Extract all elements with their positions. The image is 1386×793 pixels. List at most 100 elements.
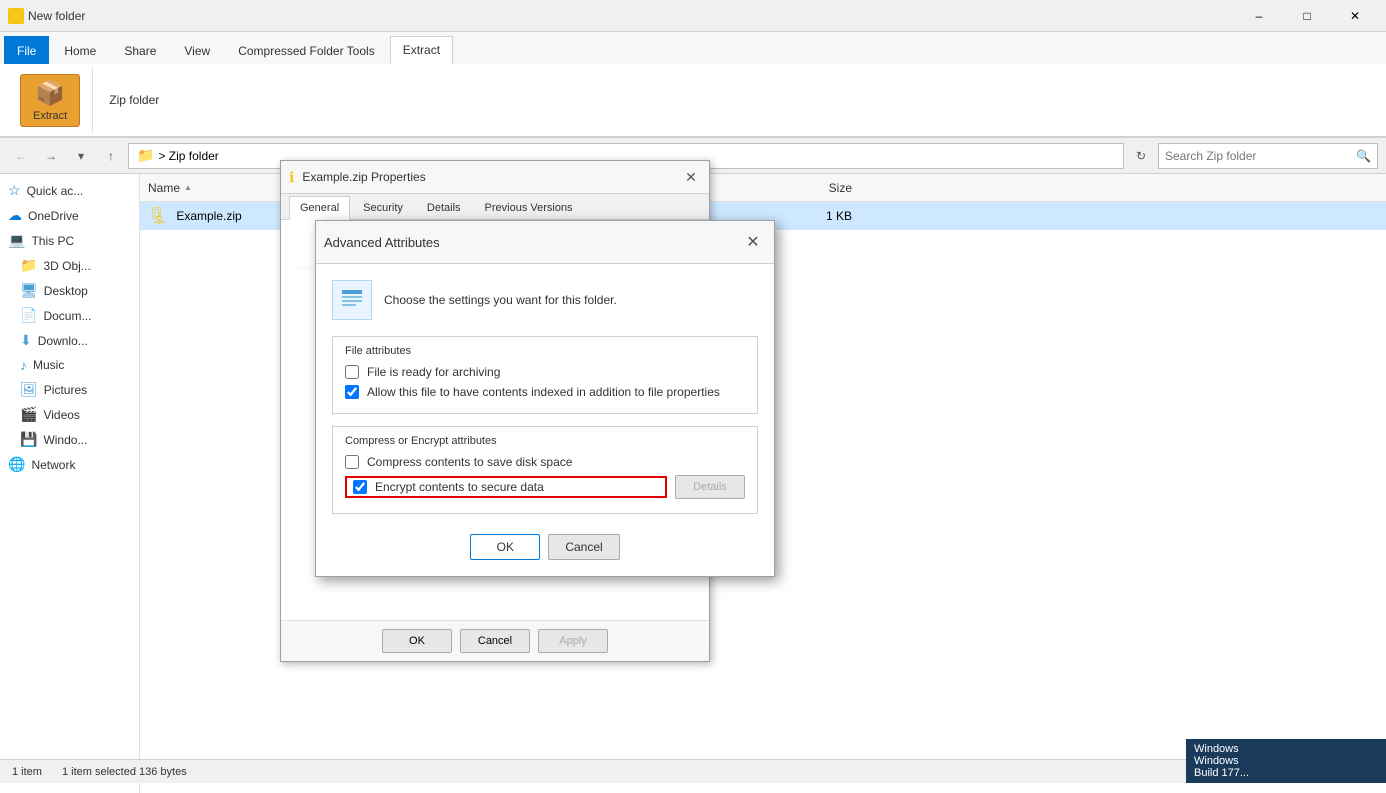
tab-file[interactable]: File [4,36,49,64]
index-row: Allow this file to have contents indexed… [345,385,745,399]
windows-drive-icon: 💾 [20,431,37,448]
advanced-cancel-button[interactable]: Cancel [548,534,619,560]
compress-label: Compress contents to save disk space [367,455,572,469]
refresh-button[interactable]: ↻ [1128,143,1154,169]
index-label: Allow this file to have contents indexed… [367,385,720,399]
advanced-header-icon [332,280,372,320]
advanced-header-text: Choose the settings you want for this fo… [384,293,617,307]
sidebar-item-videos[interactable]: 🎬 Videos [12,402,139,427]
encrypt-row: Encrypt contents to secure data Details [345,475,745,499]
archive-checkbox[interactable] [345,365,359,379]
advanced-title: Advanced Attributes [324,235,740,250]
sidebar-item-music[interactable]: ♪ Music [12,353,139,377]
properties-tabs: General Security Details Previous Versio… [281,194,709,220]
tab-previous-versions[interactable]: Previous Versions [474,196,584,219]
ribbon-tabs: File Home Share View Compressed Folder T… [0,32,1386,64]
properties-cancel-button[interactable]: Cancel [460,629,530,653]
folder-icon: 📁 [137,147,154,164]
forward-button[interactable]: → [38,143,64,169]
desktop-icon: 🖥 [20,282,38,299]
windows-line3: Build 177... [1194,767,1378,779]
advanced-header-row: Choose the settings you want for this fo… [332,280,758,320]
cloud-icon: ☁ [8,207,22,224]
properties-footer: OK Cancel Apply [281,620,709,661]
sidebar-item-this-pc[interactable]: 💻 This PC [0,228,139,253]
maximize-button[interactable]: □ [1284,0,1330,32]
properties-title-bar: ℹ Example.zip Properties ✕ [281,161,709,194]
app-icon [8,8,24,24]
tab-share[interactable]: Share [111,36,169,64]
pictures-icon: 🖼 [20,381,38,398]
advanced-footer: OK Cancel [332,526,758,560]
advanced-ok-button[interactable]: OK [470,534,540,560]
up-button[interactable]: ↑ [98,143,124,169]
archive-label: File is ready for archiving [367,365,500,379]
music-icon: ♪ [20,357,27,373]
docs-icon: 📄 [20,307,37,324]
advanced-close-button[interactable]: ✕ [740,229,766,255]
recent-button[interactable]: ▾ [68,143,94,169]
status-bar: 1 item 1 item selected 136 bytes ⊞ ≡ [0,759,1386,783]
archive-row: File is ready for archiving [345,365,745,379]
tab-view[interactable]: View [171,36,223,64]
close-button[interactable]: ✕ [1332,0,1378,32]
ribbon: File Home Share View Compressed Folder T… [0,32,1386,138]
encrypt-label: Encrypt contents to secure data [375,480,544,494]
extract-button[interactable]: 📦 Extract [20,74,80,127]
sidebar-item-pictures[interactable]: 🖼 Pictures [12,377,139,402]
sidebar-item-3dobjects[interactable]: 📁 3D Obj... [12,253,139,278]
sidebar-item-desktop[interactable]: 🖥 Desktop [12,278,139,303]
selected-info: 1 item selected 136 bytes [62,766,187,778]
sidebar-item-quick-access[interactable]: ☆ Quick ac... [0,178,139,203]
advanced-title-bar: Advanced Attributes ✕ [316,221,774,264]
properties-ok-button[interactable]: OK [382,629,452,653]
file-attributes-section: File attributes File is ready for archiv… [332,336,758,414]
column-size[interactable]: Size [760,181,860,195]
encrypt-checkbox[interactable] [353,480,367,494]
advanced-body: Choose the settings you want for this fo… [316,264,774,576]
zip-icon: 🗜 [148,206,168,226]
sidebar-item-network[interactable]: 🌐 Network [0,452,139,477]
tab-extract[interactable]: Extract [390,36,453,64]
properties-close-button[interactable]: ✕ [681,167,701,187]
item-count: 1 item [12,766,42,778]
folder-icon: 📁 [20,257,37,274]
network-icon: 🌐 [8,456,25,473]
windows-line1: Windows [1194,743,1378,755]
tab-home[interactable]: Home [51,36,109,64]
minimize-button[interactable]: – [1236,0,1282,32]
compress-encrypt-title: Compress or Encrypt attributes [345,435,745,447]
compress-encrypt-section: Compress or Encrypt attributes Compress … [332,426,758,514]
sidebar-item-downloads[interactable]: ⬇ Downlo... [12,328,139,353]
index-checkbox[interactable] [345,385,359,399]
tab-compressed[interactable]: Compressed Folder Tools [225,36,388,64]
compress-checkbox[interactable] [345,455,359,469]
download-icon: ⬇ [20,332,32,349]
title-bar: New folder – □ ✕ [0,0,1386,32]
window-title: New folder [28,9,1236,23]
zip-folder-label: Zip folder [101,91,167,109]
properties-apply-button[interactable]: Apply [538,629,608,653]
sidebar-item-documents[interactable]: 📄 Docum... [12,303,139,328]
search-icon: 🔍 [1356,149,1371,163]
tab-details[interactable]: Details [416,196,472,219]
encrypt-highlight-box: Encrypt contents to secure data [345,476,667,498]
taskbar-info: Windows Windows Build 177... [1186,739,1386,783]
search-input[interactable] [1165,149,1356,163]
tab-general[interactable]: General [289,196,350,220]
file-attributes-title: File attributes [345,345,745,357]
search-box[interactable]: 🔍 [1158,143,1378,169]
extract-icon: 📦 [35,79,65,108]
back-button[interactable]: ← [8,143,34,169]
sort-arrow-name: ▲ [184,183,192,192]
sidebar-item-windows[interactable]: 💾 Windo... [12,427,139,452]
compress-row: Compress contents to save disk space [345,455,745,469]
window-controls: – □ ✕ [1236,0,1378,32]
tab-security[interactable]: Security [352,196,414,219]
sidebar: ☆ Quick ac... ☁ OneDrive 💻 This PC 📁 3D … [0,174,140,793]
sidebar-item-onedrive[interactable]: ☁ OneDrive [0,203,139,228]
star-icon: ☆ [8,182,21,199]
windows-line2: Windows [1194,755,1378,767]
details-button[interactable]: Details [675,475,745,499]
ribbon-content: 📦 Extract Zip folder [0,64,1386,137]
